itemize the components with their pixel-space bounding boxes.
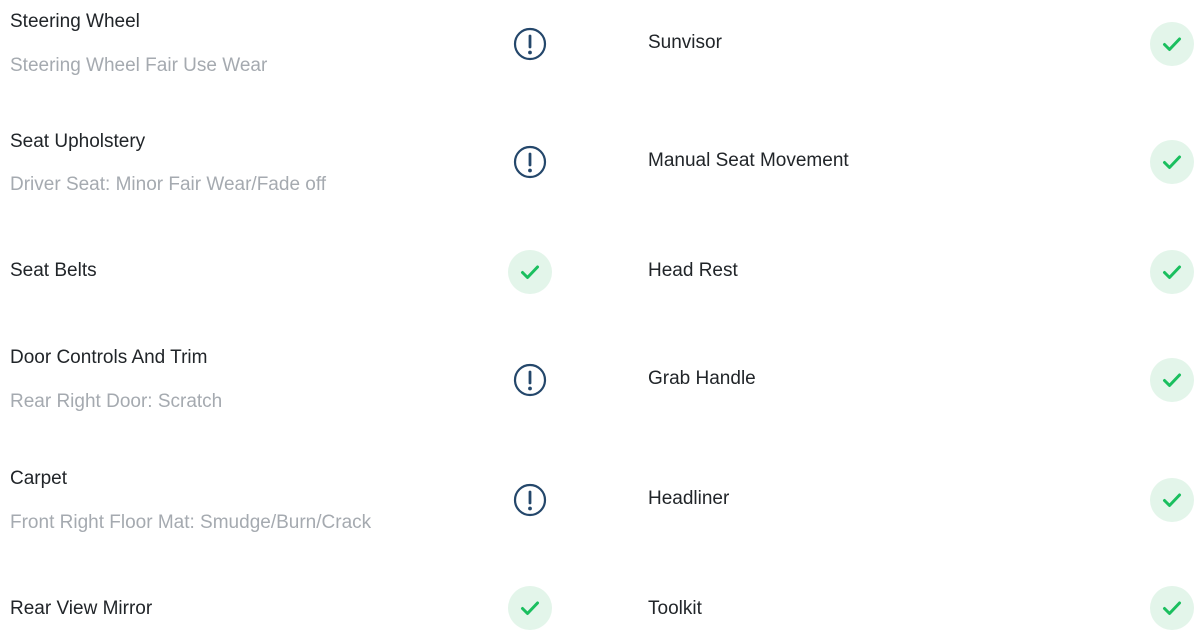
inspection-item-toolkit: Toolkit [648,586,1195,630]
item-note: Front Right Floor Mat: Smudge/Burn/Crack [10,512,372,533]
exclamation-icon [508,358,552,402]
check-icon [1150,140,1194,184]
item-title: Steering Wheel [10,11,140,32]
item-title: Seat Upholstery [10,131,146,152]
item-note: Steering Wheel Fair Use Wear [10,55,268,76]
inspection-item-headliner: Headliner [648,478,1195,522]
item-title: Manual Seat Movement [648,150,849,171]
exclamation-icon [508,478,552,522]
check-icon [1150,250,1194,294]
item-title: Sunvisor [648,32,722,53]
check-icon [1150,358,1194,402]
inspection-item-manual-seat-movement: Manual Seat Movement [648,140,1195,184]
check-icon [1150,22,1194,66]
item-title: Toolkit [648,598,702,619]
inspection-item-steering-wheel: Steering Wheel Steering Wheel Fair Use W… [10,0,555,90]
inspection-item-carpet: Carpet Front Right Floor Mat: Smudge/Bur… [10,460,555,550]
check-icon [1150,478,1194,522]
check-icon [508,586,552,630]
inspection-item-sunvisor: Sunvisor [648,22,1195,66]
item-title: Head Rest [648,260,738,281]
inspection-item-door-controls: Door Controls And Trim Rear Right Door: … [10,340,555,430]
inspection-item-grab-handle: Grab Handle [648,358,1195,402]
item-title: Door Controls And Trim [10,347,208,368]
inspection-item-head-rest: Head Rest [648,250,1195,294]
inspection-item-seat-belts: Seat Belts [10,240,555,304]
item-note: Rear Right Door: Scratch [10,391,223,412]
exclamation-icon [508,140,552,184]
check-icon [1150,586,1194,630]
check-icon [508,250,552,294]
inspection-item-rear-view-mirror: Rear View Mirror [10,578,555,630]
item-note: Driver Seat: Minor Fair Wear/Fade off [10,174,327,195]
item-title: Grab Handle [648,368,756,389]
item-title: Rear View Mirror [10,598,153,619]
item-title: Headliner [648,488,730,509]
exclamation-icon [508,22,552,66]
inspection-item-seat-upholstery: Seat Upholstery Driver Seat: Minor Fair … [10,116,555,206]
item-title: Seat Belts [10,260,97,281]
item-title: Carpet [10,468,68,489]
